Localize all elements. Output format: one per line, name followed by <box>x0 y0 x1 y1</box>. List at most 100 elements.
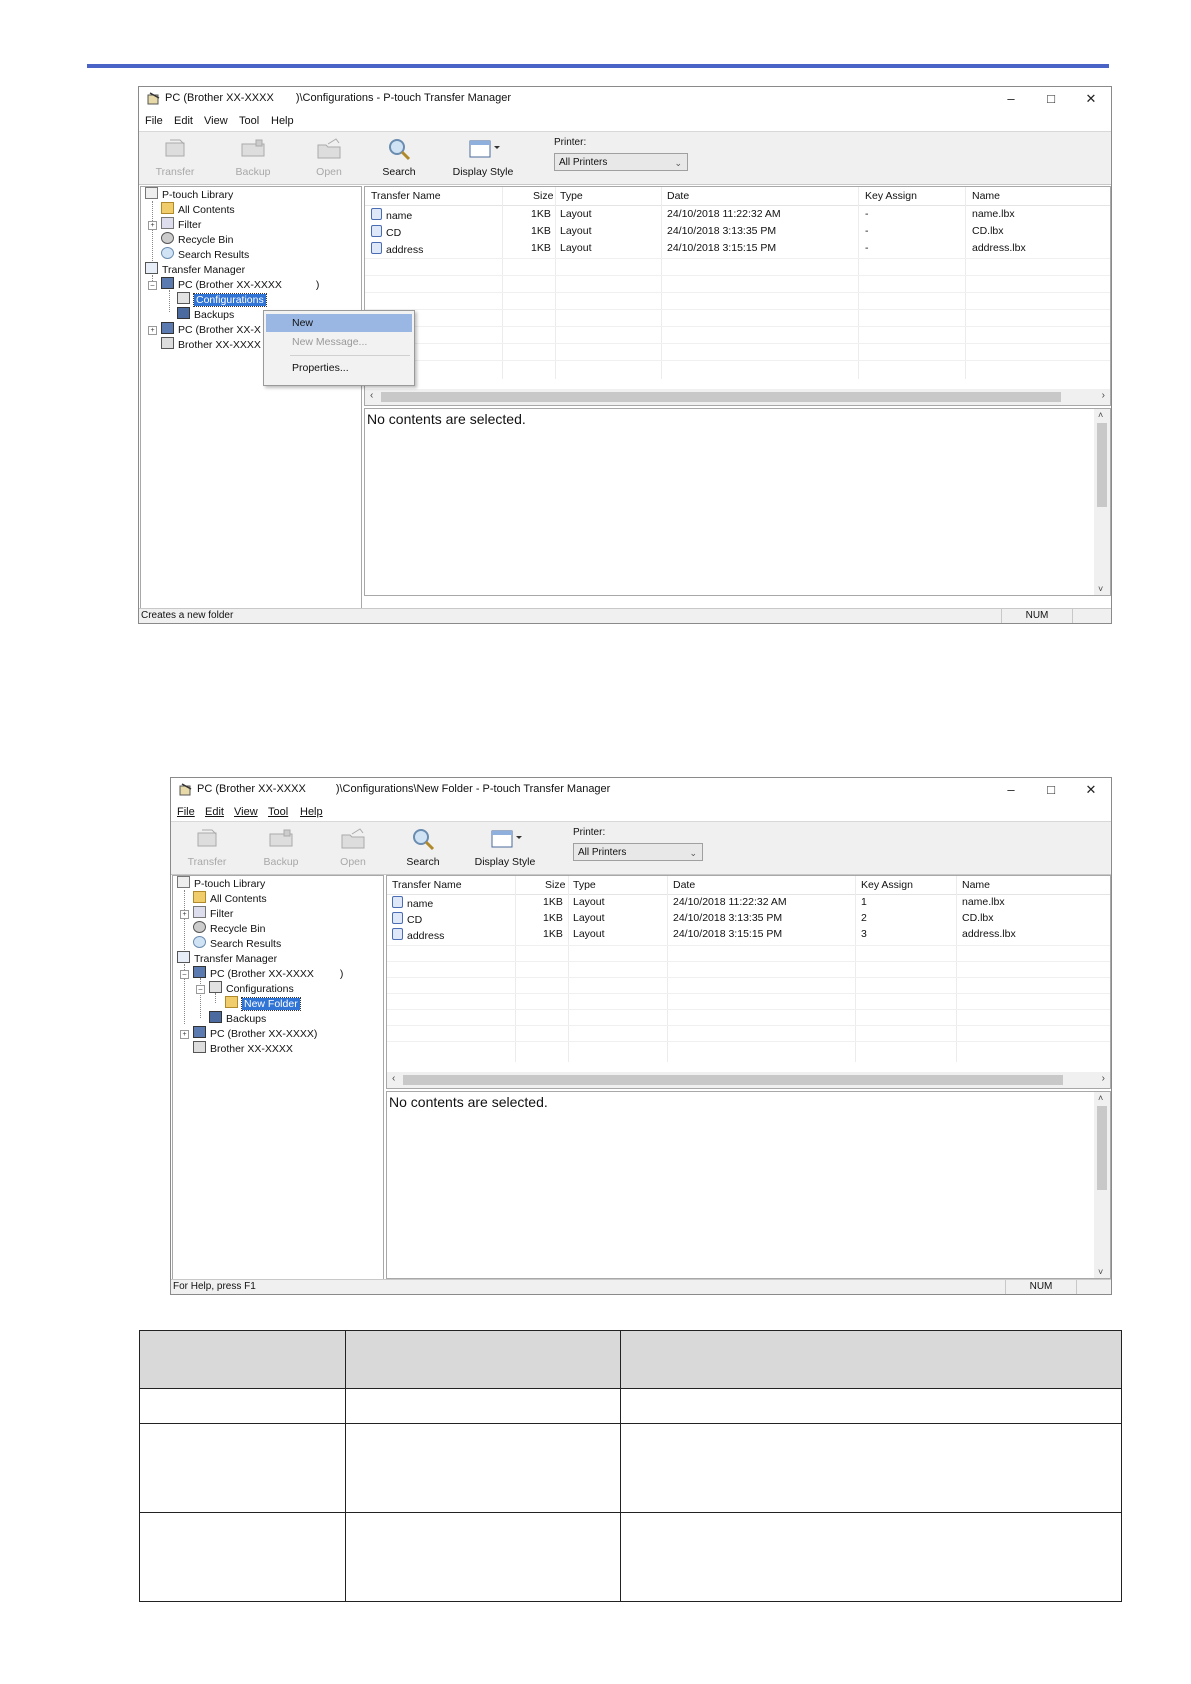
tree-item-brother-printer[interactable]: Brother XX-XXXX <box>161 337 261 352</box>
tree-item-backups[interactable]: Backups <box>177 307 234 322</box>
table-row[interactable]: name 1KB Layout 24/10/2018 11:22:32 AM -… <box>365 208 1110 224</box>
maximize-button[interactable]: □ <box>1031 780 1071 800</box>
tree-item-new-folder[interactable]: New Folder <box>225 996 301 1011</box>
context-menu-properties[interactable]: Properties... <box>266 359 412 377</box>
table-row[interactable]: address 1KB Layout 24/10/2018 3:15:15 PM… <box>387 928 1110 944</box>
context-menu-new-message[interactable]: New Message... <box>266 333 412 351</box>
table-row[interactable]: address 1KB Layout 24/10/2018 3:15:15 PM… <box>365 242 1110 258</box>
col-type[interactable]: Type <box>573 879 596 891</box>
scroll-up-icon[interactable]: ˄ <box>1098 410 1103 420</box>
menu-tool[interactable]: Tool <box>239 115 259 127</box>
search-button[interactable]: Search <box>367 136 431 182</box>
backup-button[interactable]: Backup <box>249 826 313 872</box>
maximize-button[interactable]: □ <box>1031 89 1071 109</box>
list-horizontal-scrollbar[interactable]: ‹ › <box>365 389 1110 405</box>
tree-item-search-results[interactable]: Search Results <box>161 247 249 262</box>
tree-item-pc-main[interactable]: PC (Brother XX-XXXX) <box>193 966 343 981</box>
tree-item-backups[interactable]: Backups <box>209 1011 266 1026</box>
menu-edit[interactable]: Edit <box>174 115 193 127</box>
menu-file[interactable]: File <box>177 806 195 818</box>
expand-filter-icon[interactable]: + <box>148 221 157 230</box>
scrollbar-thumb[interactable] <box>1097 423 1107 507</box>
menu-view[interactable]: View <box>234 806 258 818</box>
tree-item-configurations[interactable]: Configurations <box>177 292 267 307</box>
col-date[interactable]: Date <box>673 879 695 891</box>
col-transfer-name[interactable]: Transfer Name <box>371 190 441 202</box>
layout-file-icon <box>371 225 382 237</box>
scroll-up-icon[interactable]: ˄ <box>1098 1093 1103 1103</box>
tree-item-transfer-manager[interactable]: Transfer Manager <box>145 262 245 277</box>
menu-help[interactable]: Help <box>271 115 294 127</box>
tree-item-recycle-bin[interactable]: Recycle Bin <box>161 232 233 247</box>
collapse-configurations-icon[interactable]: – <box>196 985 205 994</box>
tree-item-filter[interactable]: Filter <box>193 906 233 921</box>
scroll-down-icon[interactable]: ˅ <box>1098 584 1103 594</box>
expand-filter-icon[interactable]: + <box>180 910 189 919</box>
table-row[interactable]: name 1KB Layout 24/10/2018 11:22:32 AM 1… <box>387 896 1110 912</box>
open-button[interactable]: Open <box>297 136 361 182</box>
context-menu-new[interactable]: New <box>266 314 412 332</box>
tree-item-ptouch-library[interactable]: P-touch Library <box>177 876 265 891</box>
tree-item-pc-second[interactable]: PC (Brother XX-XXXX) <box>193 1026 317 1041</box>
menu-edit[interactable]: Edit <box>205 806 224 818</box>
scroll-right-icon[interactable]: › <box>1102 390 1105 401</box>
display-style-button[interactable]: Display Style <box>465 826 545 872</box>
scrollbar-thumb[interactable] <box>403 1075 1063 1085</box>
preview-vertical-scrollbar[interactable]: ˄ ˅ <box>1094 409 1110 595</box>
menu-help[interactable]: Help <box>300 806 323 818</box>
tree-item-all-contents[interactable]: All Contents <box>161 202 235 217</box>
open-button[interactable]: Open <box>321 826 385 872</box>
scroll-left-icon[interactable]: ‹ <box>392 1073 395 1084</box>
table-row[interactable]: CD 1KB Layout 24/10/2018 3:13:35 PM - CD… <box>365 225 1110 241</box>
tree-item-recycle-bin[interactable]: Recycle Bin <box>193 921 265 936</box>
tree-item-transfer-manager[interactable]: Transfer Manager <box>177 951 277 966</box>
table-cell <box>139 1423 346 1513</box>
collapse-pc-icon[interactable]: – <box>148 281 157 290</box>
close-button[interactable]: ✕ <box>1071 89 1111 109</box>
col-type[interactable]: Type <box>560 190 583 202</box>
preview-vertical-scrollbar[interactable]: ˄ ˅ <box>1094 1092 1110 1278</box>
tree-item-search-results[interactable]: Search Results <box>193 936 281 951</box>
menu-file[interactable]: File <box>145 115 163 127</box>
title-bar[interactable]: PC (Brother XX-XXXX)\Configurations\New … <box>171 778 1111 802</box>
col-size[interactable]: Size <box>533 190 553 202</box>
printer-select[interactable]: All Printers ⌄ <box>554 153 688 171</box>
expand-pc-second-icon[interactable]: + <box>180 1030 189 1039</box>
col-size[interactable]: Size <box>545 879 565 891</box>
transfer-button[interactable]: Transfer <box>143 136 207 182</box>
context-menu: New New Message... Properties... <box>263 310 415 386</box>
scrollbar-thumb[interactable] <box>1097 1106 1107 1190</box>
transfer-button[interactable]: Transfer <box>175 826 239 872</box>
col-key-assign[interactable]: Key Assign <box>861 879 913 891</box>
tree-item-pc-second[interactable]: PC (Brother XX-X <box>161 322 261 337</box>
col-name[interactable]: Name <box>962 879 990 891</box>
menu-view[interactable]: View <box>204 115 228 127</box>
tree-item-filter[interactable]: Filter <box>161 217 201 232</box>
tree-item-all-contents[interactable]: All Contents <box>193 891 267 906</box>
col-date[interactable]: Date <box>667 190 689 202</box>
close-button[interactable]: ✕ <box>1071 780 1111 800</box>
scroll-left-icon[interactable]: ‹ <box>370 390 373 401</box>
menu-tool[interactable]: Tool <box>268 806 288 818</box>
tree-item-configurations[interactable]: Configurations <box>209 981 294 996</box>
scroll-right-icon[interactable]: › <box>1102 1073 1105 1084</box>
col-name[interactable]: Name <box>972 190 1000 202</box>
col-key-assign[interactable]: Key Assign <box>865 190 917 202</box>
tree-item-brother-printer[interactable]: Brother XX-XXXX <box>193 1041 293 1056</box>
tree-item-ptouch-library[interactable]: P-touch Library <box>145 187 233 202</box>
table-row[interactable]: CD 1KB Layout 24/10/2018 3:13:35 PM 2 CD… <box>387 912 1110 928</box>
display-style-button[interactable]: Display Style <box>443 136 523 182</box>
scroll-down-icon[interactable]: ˅ <box>1098 1267 1103 1277</box>
title-bar[interactable]: PC (Brother XX-XXXX)\Configurations - P-… <box>139 87 1111 111</box>
scrollbar-thumb[interactable] <box>381 392 1061 402</box>
search-button[interactable]: Search <box>391 826 455 872</box>
tree-item-pc-main[interactable]: PC (Brother XX-XXXX) <box>161 277 319 292</box>
expand-pc-second-icon[interactable]: + <box>148 326 157 335</box>
list-horizontal-scrollbar[interactable]: ‹ › <box>387 1072 1110 1088</box>
minimize-button[interactable]: – <box>991 89 1031 109</box>
printer-select[interactable]: All Printers ⌄ <box>573 843 703 861</box>
col-transfer-name[interactable]: Transfer Name <box>392 879 462 891</box>
minimize-button[interactable]: – <box>991 780 1031 800</box>
collapse-pc-icon[interactable]: – <box>180 970 189 979</box>
backup-button[interactable]: Backup <box>221 136 285 182</box>
